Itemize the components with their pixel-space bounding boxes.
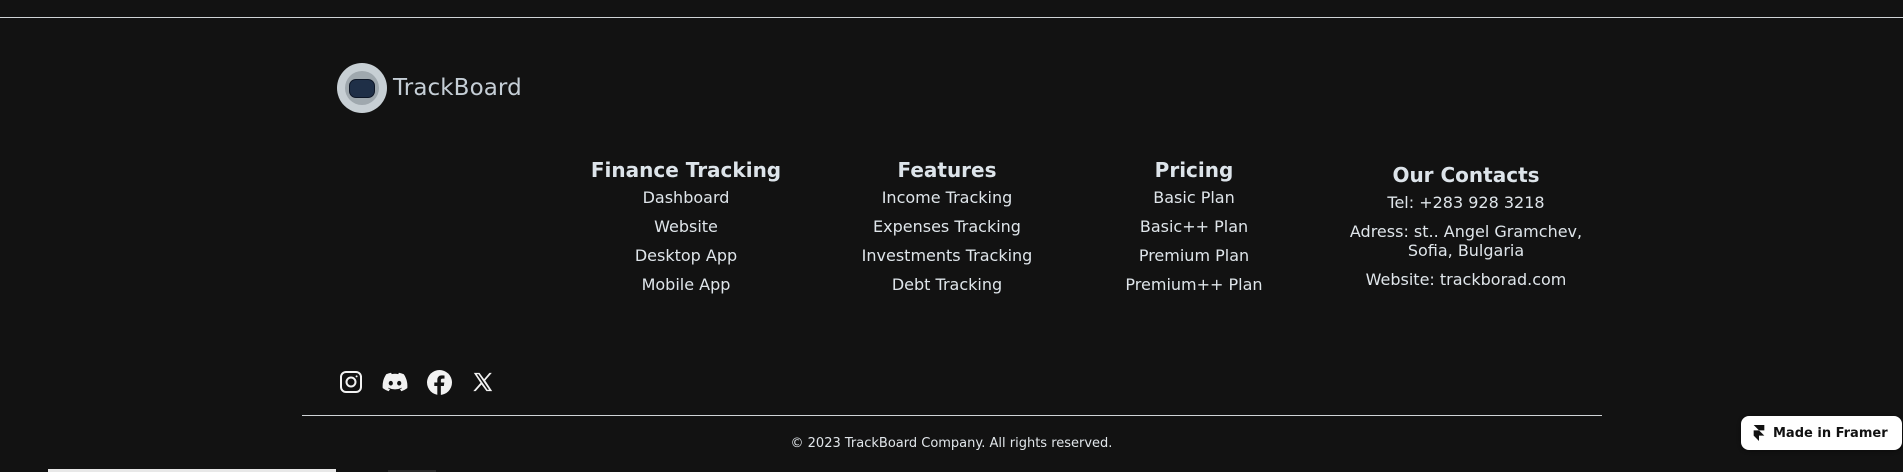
bottom-divider	[302, 415, 1602, 416]
contact-address-line1: Adress: st.. Angel Gramchev,	[1349, 222, 1583, 241]
finance-tracking-heading: Finance Tracking	[590, 158, 782, 182]
link-income-tracking[interactable]: Income Tracking	[832, 188, 1062, 207]
link-mobile-app[interactable]: Mobile App	[571, 275, 801, 294]
link-investments-tracking[interactable]: Investments Tracking	[832, 246, 1062, 265]
link-premium-plus-plan[interactable]: Premium++ Plan	[1079, 275, 1309, 294]
link-dashboard[interactable]: Dashboard	[571, 188, 801, 207]
top-divider	[0, 17, 1903, 18]
copyright-text: © 2023 TrackBoard Company. All rights re…	[790, 436, 1113, 451]
facebook-icon[interactable]	[426, 369, 452, 395]
x-icon[interactable]	[470, 369, 496, 395]
made-in-framer-label: Made in Framer	[1773, 425, 1888, 441]
contact-website: Website: trackborad.com	[1365, 270, 1567, 289]
footer-page: TrackBoard Finance Tracking Dashboard We…	[0, 0, 1903, 472]
contact-tel: Tel: +283 928 3218	[1387, 193, 1545, 212]
link-basic-plus-plan[interactable]: Basic++ Plan	[1079, 217, 1309, 236]
discord-icon[interactable]	[382, 369, 408, 395]
features-heading: Features	[897, 158, 997, 182]
contact-address-line2: Sofia, Bulgaria	[1407, 241, 1525, 260]
contacts-column: Our Contacts Tel: +283 928 3218 Adress: …	[1338, 163, 1594, 299]
trackboard-logo-icon	[337, 63, 387, 113]
link-debt-tracking[interactable]: Debt Tracking	[832, 275, 1062, 294]
instagram-icon[interactable]	[338, 369, 364, 395]
link-desktop-app[interactable]: Desktop App	[571, 246, 801, 265]
finance-tracking-column: Finance Tracking Dashboard Website Deskt…	[571, 158, 801, 304]
contact-address: Adress: st.. Angel Gramchev, Sofia, Bulg…	[1338, 222, 1594, 260]
brand[interactable]: TrackBoard	[337, 63, 522, 113]
link-expenses-tracking[interactable]: Expenses Tracking	[832, 217, 1062, 236]
pricing-heading: Pricing	[1154, 158, 1234, 182]
features-column: Features Income Tracking Expenses Tracki…	[832, 158, 1062, 304]
contacts-heading: Our Contacts	[1392, 163, 1540, 187]
link-premium-plan[interactable]: Premium Plan	[1079, 246, 1309, 265]
brand-name: TrackBoard	[393, 75, 522, 101]
link-basic-plan[interactable]: Basic Plan	[1079, 188, 1309, 207]
pricing-column: Pricing Basic Plan Basic++ Plan Premium …	[1079, 158, 1309, 304]
made-in-framer-badge[interactable]: Made in Framer	[1741, 416, 1902, 450]
social-links	[338, 369, 496, 395]
link-website[interactable]: Website	[571, 217, 801, 236]
framer-logo-icon	[1753, 425, 1765, 441]
